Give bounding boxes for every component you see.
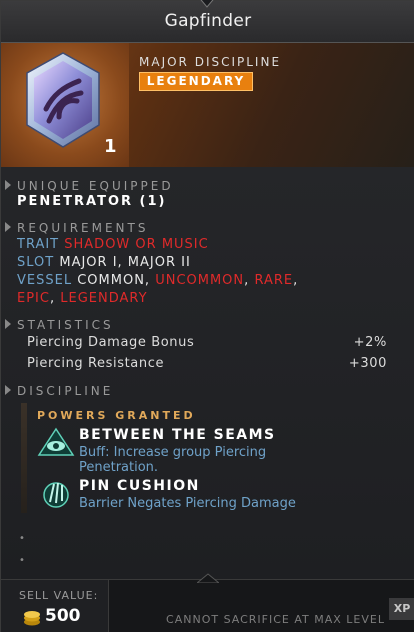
power-name: BETWEEN THE SEAMS (79, 427, 276, 443)
section-unique-heading: UNIQUE EQUIPPED (5, 179, 174, 193)
heading-text: DISCIPLINE (17, 384, 114, 398)
section-arrow-icon (5, 319, 11, 329)
vessel-uncommon: UNCOMMON (155, 273, 245, 288)
tooltip-body: UNIQUE EQUIPPED PENETRATOR (1) REQUIREME… (1, 167, 414, 579)
trait-label: TRAIT (17, 237, 60, 252)
sell-value-label: SELL VALUE: (19, 589, 99, 602)
powers-granted-heading: POWERS GRANTED (37, 409, 196, 422)
heading-text: REQUIREMENTS (17, 221, 149, 235)
panel-rail (21, 403, 27, 513)
requirement-slot: SLOT MAJOR I, MAJOR II (17, 255, 191, 270)
requirement-trait: TRAIT SHADOW OR MUSIC (17, 237, 209, 252)
vessel-rare: RARE (254, 273, 294, 288)
stat-row: Piercing Damage Bonus +2% (27, 335, 387, 350)
section-statistics-heading: STATISTICS (5, 318, 114, 332)
tooltip-footer: SELL VALUE: 500 CANNOT SACRIFICE AT MAX … (1, 573, 414, 632)
rarity-badge: LEGENDARY (139, 72, 253, 91)
power-description: Buff: Increase group Piercing Penetratio… (79, 445, 267, 475)
section-requirements-heading: REQUIREMENTS (5, 221, 148, 235)
vessel-label: VESSEL (17, 273, 73, 288)
top-notch-icon (200, 0, 214, 8)
stat-name: Piercing Resistance (27, 356, 165, 371)
section-arrow-icon (5, 385, 11, 395)
heading-text: UNIQUE EQUIPPED (17, 179, 174, 193)
comma: , (244, 273, 250, 288)
coins-icon (24, 611, 40, 626)
eye-pyramid-icon (37, 427, 75, 456)
section-arrow-icon (5, 180, 11, 190)
item-title: Gapfinder (164, 11, 252, 31)
xp-icon[interactable]: XP (389, 598, 414, 620)
section-arrow-icon (5, 222, 11, 232)
comma: , (49, 291, 56, 306)
requirement-vessel: VESSEL COMMON, UNCOMMON, RARE, (17, 273, 298, 288)
item-category: MAJOR DISCIPLINE (139, 55, 282, 69)
title-bar: Gapfinder (1, 0, 414, 43)
item-header: 1 MAJOR DISCIPLINE LEGENDARY (1, 43, 414, 167)
stat-name: Piercing Damage Bonus (27, 335, 195, 350)
trait-value: SHADOW OR MUSIC (64, 237, 209, 252)
item-tier: 1 (104, 136, 117, 157)
sell-value-box: SELL VALUE: 500 (1, 580, 109, 632)
section-discipline-heading: DISCIPLINE (5, 384, 113, 398)
bottom-notch-icon (197, 573, 219, 583)
requirement-vessel-cont: EPIC, LEGENDARY (17, 291, 148, 306)
powers-granted-panel: POWERS GRANTED BETWEEN THE SEAMS Buff: I… (21, 403, 414, 513)
slot-label: SLOT (17, 255, 55, 270)
decorative-dot: • (19, 555, 25, 566)
decorative-dot: • (19, 533, 25, 544)
unique-equipped-value: PENETRATOR (1) (17, 194, 167, 209)
stat-row: Piercing Resistance +300 (27, 356, 387, 371)
pin-cushion-icon (43, 482, 69, 508)
item-tooltip: Gapfinder 1 MAJOR DISCIPLINE LEGENDARY U… (0, 0, 414, 632)
heading-text: STATISTICS (17, 318, 114, 332)
stat-value: +2% (353, 335, 387, 350)
item-icon-frame: 1 (1, 43, 129, 167)
power-description: Barrier Negates Piercing Damage (79, 496, 296, 511)
vessel-epic: EPIC (17, 291, 50, 306)
vessel-common: COMMON (77, 273, 145, 288)
power-item[interactable]: PIN CUSHION Barrier Negates Piercing Dam… (37, 478, 397, 512)
sell-value-amount: 500 (45, 606, 81, 626)
vessel-legendary: LEGENDARY (60, 291, 148, 306)
comma: , (144, 273, 151, 288)
power-name: PIN CUSHION (79, 478, 200, 494)
power-item[interactable]: BETWEEN THE SEAMS Buff: Increase group P… (37, 427, 397, 475)
slot-value: MAJOR I, MAJOR II (59, 255, 191, 270)
comma: , (293, 273, 299, 288)
stat-value: +300 (348, 356, 387, 371)
sacrifice-status: CANNOT SACRIFICE AT MAX LEVEL (166, 613, 385, 626)
